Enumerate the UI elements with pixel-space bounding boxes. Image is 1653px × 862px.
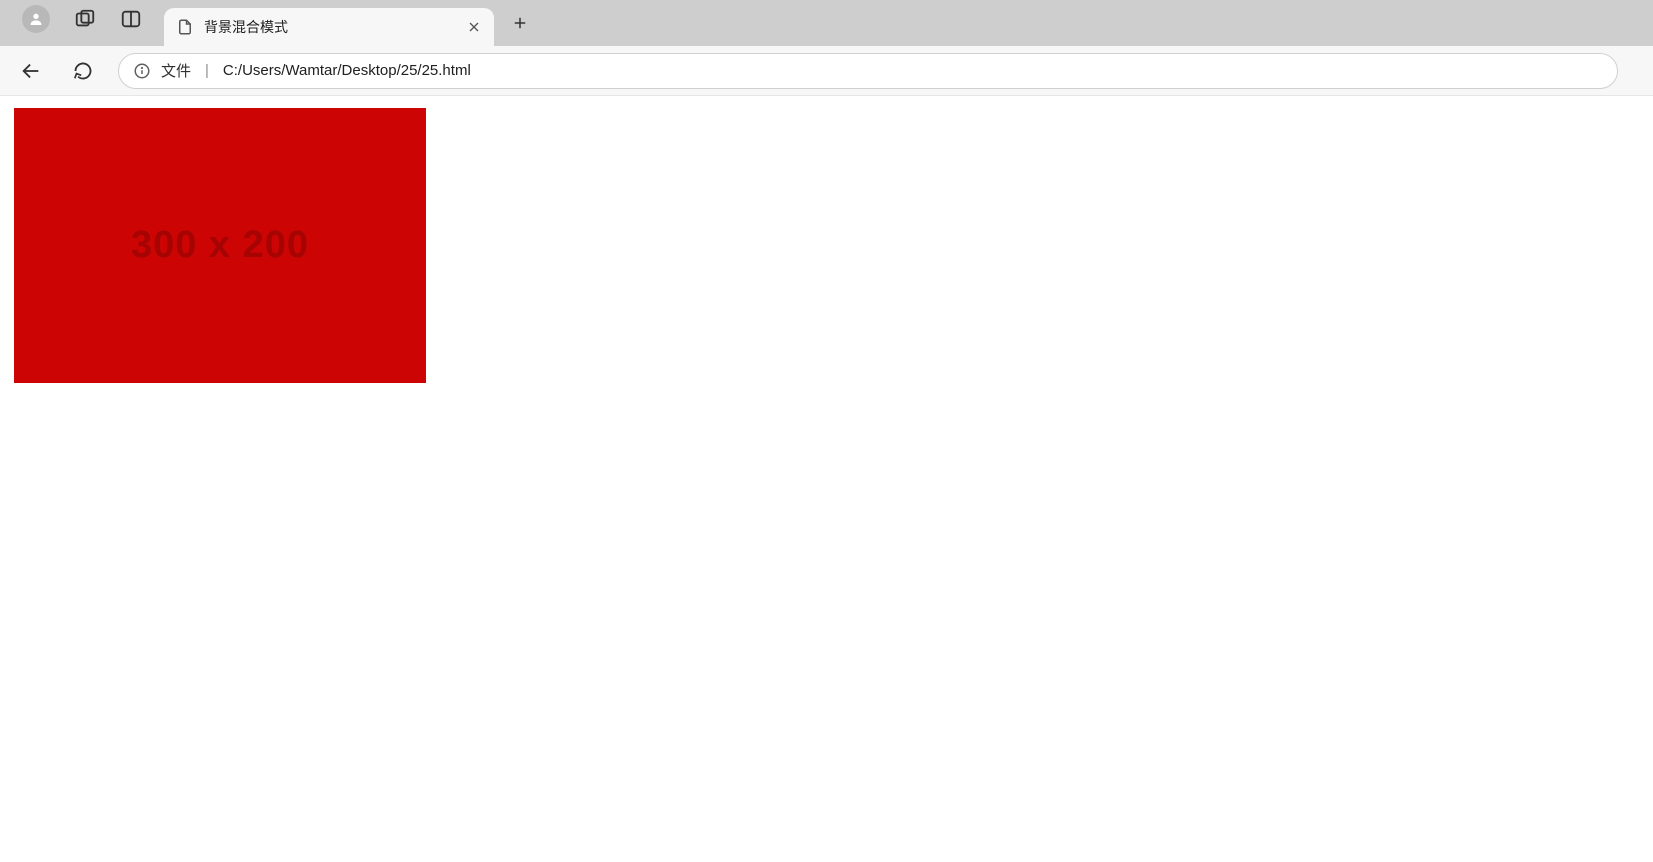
back-button[interactable] — [14, 54, 48, 88]
tabstrip-left-icons — [8, 5, 156, 41]
plus-icon — [511, 14, 529, 32]
reload-icon — [73, 61, 93, 81]
background-blend-demo: 300 x 200 — [14, 108, 426, 383]
address-separator: | — [201, 62, 213, 79]
profile-button[interactable] — [22, 5, 50, 33]
browser-tab-active[interactable]: 背景混合模式 — [164, 8, 494, 46]
address-scheme-label: 文件 — [161, 60, 191, 81]
reload-button[interactable] — [66, 54, 100, 88]
address-bar[interactable]: 文件 | C:/Users/Wamtar/Desktop/25/25.html — [118, 53, 1618, 89]
split-screen-button[interactable] — [120, 8, 142, 30]
tab-title: 背景混合模式 — [204, 17, 456, 37]
page-viewport: 300 x 200 — [6, 100, 1653, 862]
address-url: C:/Users/Wamtar/Desktop/25/25.html — [223, 62, 471, 79]
new-tab-button[interactable] — [504, 7, 536, 39]
person-icon — [28, 11, 44, 27]
workspaces-button[interactable] — [74, 8, 96, 30]
close-icon[interactable] — [466, 19, 482, 35]
tab-strip: 背景混合模式 — [0, 0, 1653, 46]
file-icon — [176, 18, 194, 36]
placeholder-dimensions-text: 300 x 200 — [131, 224, 309, 267]
info-icon[interactable] — [133, 62, 151, 80]
split-screen-icon — [120, 8, 142, 30]
toolbar: 文件 | C:/Users/Wamtar/Desktop/25/25.html — [0, 46, 1653, 96]
workspaces-icon — [74, 8, 96, 30]
arrow-left-icon — [20, 60, 42, 82]
